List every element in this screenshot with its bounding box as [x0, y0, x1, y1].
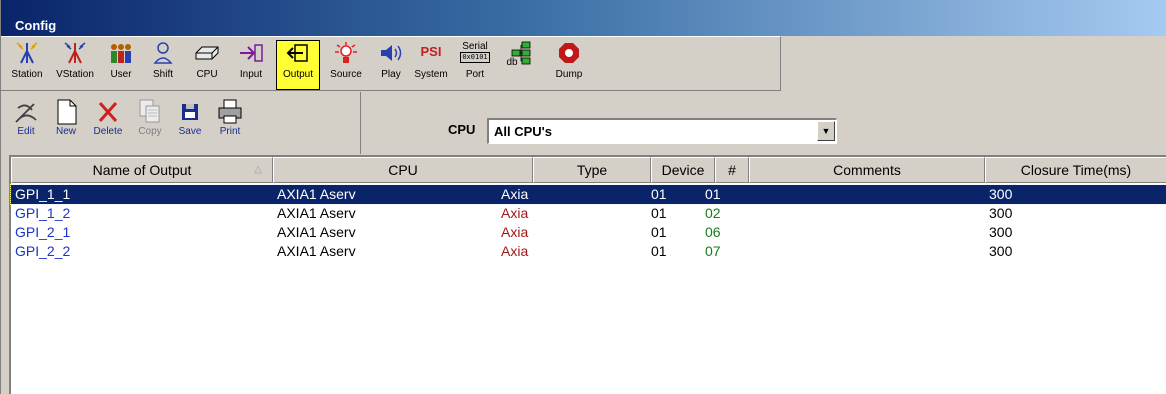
edit-button[interactable]: Edit	[11, 98, 41, 144]
column-header-type[interactable]: Type	[533, 157, 651, 183]
toolbar-db-button[interactable]: db	[501, 41, 541, 89]
copy-button: Copy	[135, 98, 165, 144]
cell-type: Axia	[501, 243, 529, 259]
cell-type: Axia	[501, 224, 529, 240]
cpu-icon	[195, 46, 219, 60]
toolbar-play-button[interactable]: Play	[373, 41, 409, 89]
dump-icon	[559, 43, 579, 63]
toolbar-dump-button[interactable]: Dump	[549, 41, 589, 89]
cell-cpu: AXIA1 Aserv	[277, 243, 356, 259]
output-icon	[286, 44, 308, 62]
cpu-filter-label: CPU	[448, 122, 476, 137]
print-button[interactable]: Print	[215, 98, 245, 144]
psi-system-icon: PSI	[420, 44, 442, 59]
toolbar-station-button[interactable]: Station	[5, 41, 49, 89]
cell-type: Axia	[501, 205, 529, 221]
cell-name: GPI_2_2	[15, 243, 71, 259]
cell-type: Axia	[501, 186, 529, 202]
input-icon	[240, 44, 263, 62]
cell-cpu: AXIA1 Aserv	[277, 224, 356, 240]
cell-cpu: AXIA1 Aserv	[277, 205, 356, 221]
cell-closure-time: 300	[989, 205, 1013, 221]
play-icon	[381, 45, 402, 61]
outputs-table: Name of Output △ CPU Type Device # Comme…	[9, 155, 1166, 394]
toolbar-user-button[interactable]: User	[103, 41, 139, 89]
cell-device: 01	[651, 224, 667, 240]
serial-port-icon: Serial 0x0101	[460, 41, 490, 63]
cell-number: 06	[705, 224, 721, 240]
cell-cpu: AXIA1 Aserv	[277, 186, 356, 202]
title-bar[interactable]: Config	[1, 0, 1166, 36]
column-header-cpu[interactable]: CPU	[273, 157, 533, 183]
cell-closure-time: 300	[989, 224, 1013, 240]
table-header: Name of Output △ CPU Type Device # Comme…	[11, 157, 1166, 183]
column-header-number[interactable]: #	[715, 157, 749, 183]
cpu-filter-dropdown[interactable]: All CPU's ▼	[487, 118, 837, 144]
save-button[interactable]: Save	[175, 98, 205, 144]
main-toolbar: Station VStation User Shift CPU Input Ou…	[1, 36, 781, 91]
toolbar-cpu-button[interactable]: CPU	[189, 41, 225, 89]
toolbar-input-button[interactable]: Input	[231, 41, 271, 89]
cpu-filter-value: All CPU's	[494, 124, 552, 139]
column-header-device[interactable]: Device	[651, 157, 715, 183]
toolbar-shift-button[interactable]: Shift	[145, 41, 181, 89]
column-header-name[interactable]: Name of Output △	[11, 157, 273, 183]
sort-arrow-icon: △	[254, 164, 262, 175]
toolbar-system-button[interactable]: PSI System	[411, 41, 451, 89]
edit-toolbar: Edit New Delete Copy Save Print	[1, 92, 361, 154]
column-header-comments[interactable]: Comments	[749, 157, 985, 183]
toolbar-vstation-button[interactable]: VStation	[53, 41, 97, 89]
cell-name: GPI_1_1	[15, 186, 71, 202]
source-icon	[335, 42, 357, 63]
cell-device: 01	[651, 243, 667, 259]
toolbar-source-button[interactable]: Source	[325, 41, 367, 89]
cell-device: 01	[651, 186, 667, 202]
print-icon	[218, 99, 242, 124]
config-window: Config Station VStation User Shift CPU I…	[0, 0, 1166, 394]
cell-number: 01	[705, 186, 721, 202]
column-header-closure-time[interactable]: Closure Time(ms)	[985, 157, 1166, 183]
vstation-icon	[64, 42, 86, 64]
cell-device: 01	[651, 205, 667, 221]
users-icon	[111, 44, 131, 63]
toolbar-output-button[interactable]: Output	[276, 40, 320, 90]
new-button[interactable]: New	[51, 98, 81, 144]
copy-icon	[139, 99, 160, 123]
shift-icon	[153, 42, 173, 64]
new-document-icon	[57, 99, 77, 125]
cell-closure-time: 300	[989, 186, 1013, 202]
cell-name: GPI_2_1	[15, 224, 71, 240]
toolbar-port-button[interactable]: Serial 0x0101 Port	[453, 41, 497, 89]
cell-number: 02	[705, 205, 721, 221]
table-row[interactable]: GPI_2_2 AXIA1 Aserv Axia 01 07 300	[11, 242, 1166, 261]
delete-icon	[98, 102, 118, 122]
cell-name: GPI_1_2	[15, 205, 71, 221]
delete-button[interactable]: Delete	[89, 98, 127, 144]
chevron-down-icon[interactable]: ▼	[817, 121, 835, 141]
table-row[interactable]: GPI_1_2 AXIA1 Aserv Axia 01 02 300	[11, 204, 1166, 223]
cell-closure-time: 300	[989, 243, 1013, 259]
window-title: Config	[15, 18, 57, 33]
table-row[interactable]: GPI_1_1 AXIA1 Aserv Axia 01 01 300	[10, 184, 1166, 205]
cell-number: 07	[705, 243, 721, 259]
table-row[interactable]: GPI_2_1 AXIA1 Aserv Axia 01 06 300	[11, 223, 1166, 242]
station-icon	[16, 42, 38, 64]
edit-icon	[15, 103, 37, 123]
save-icon	[182, 104, 198, 120]
